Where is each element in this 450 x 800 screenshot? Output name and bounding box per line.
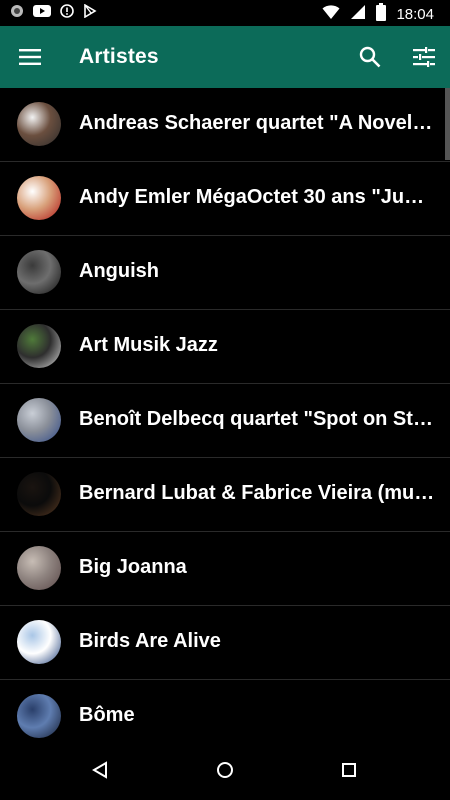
home-icon [217, 762, 233, 778]
artist-avatar [17, 694, 61, 738]
filter-button[interactable] [406, 39, 442, 75]
youtube-icon [33, 4, 51, 23]
artist-row[interactable]: Bôme [0, 680, 450, 740]
battery-icon [376, 3, 387, 26]
artist-name: Andy Emler MégaOctet 30 ans "Just a Begi… [79, 186, 435, 208]
artist-avatar [17, 250, 61, 294]
artist-name: Big Joanna [79, 556, 187, 578]
artist-row[interactable]: Andy Emler MégaOctet 30 ans "Just a Begi… [0, 162, 450, 236]
artist-row[interactable]: Birds Are Alive [0, 606, 450, 680]
artist-name: Bernard Lubat & Fabrice Vieira (musiques… [79, 482, 435, 504]
hamburger-icon [19, 49, 41, 65]
alert-icon [60, 4, 74, 23]
wifi-icon [322, 4, 340, 25]
status-bar: 18:04 [0, 0, 450, 26]
artist-name: Birds Are Alive [79, 630, 221, 652]
play-store-icon [83, 3, 97, 23]
artist-row[interactable]: Benoît Delbecq quartet "Spot on Stars" [0, 384, 450, 458]
system-icons: 18:04 [322, 3, 434, 26]
artist-name: Anguish [79, 260, 159, 282]
artist-name: Benoît Delbecq quartet "Spot on Stars" [79, 408, 435, 430]
notification-icons [10, 3, 97, 23]
artist-avatar [17, 620, 61, 664]
artist-avatar [17, 398, 61, 442]
artist-name: Andreas Schaerer quartet "A Novel of Ano… [79, 112, 435, 134]
artist-avatar [17, 176, 61, 220]
tune-icon [413, 47, 435, 67]
artist-name: Art Musik Jazz [79, 334, 218, 356]
signal-icon [350, 4, 366, 25]
artist-row[interactable]: Art Musik Jazz [0, 310, 450, 384]
artist-avatar [17, 472, 61, 516]
search-button[interactable] [352, 39, 388, 75]
clock: 18:04 [396, 6, 434, 23]
artist-list[interactable]: Andreas Schaerer quartet "A Novel of Ano… [0, 88, 450, 740]
back-icon [92, 761, 107, 779]
app-bar: Artistes [0, 26, 450, 88]
search-icon [359, 46, 381, 68]
home-button[interactable] [209, 754, 241, 786]
record-icon [10, 4, 24, 23]
artist-row[interactable]: Anguish [0, 236, 450, 310]
scrollbar[interactable] [445, 88, 450, 160]
back-button[interactable] [84, 754, 116, 786]
recents-icon [342, 763, 356, 777]
artist-row[interactable]: Big Joanna [0, 532, 450, 606]
page-title: Artistes [79, 45, 159, 68]
navigation-bar [0, 740, 450, 800]
artist-avatar [17, 546, 61, 590]
artist-row[interactable]: Andreas Schaerer quartet "A Novel of Ano… [0, 88, 450, 162]
recents-button[interactable] [333, 754, 365, 786]
artist-avatar [17, 324, 61, 368]
artist-avatar [17, 102, 61, 146]
menu-button[interactable] [12, 39, 48, 75]
artist-row[interactable]: Bernard Lubat & Fabrice Vieira (musiques… [0, 458, 450, 532]
artist-name: Bôme [79, 704, 135, 726]
